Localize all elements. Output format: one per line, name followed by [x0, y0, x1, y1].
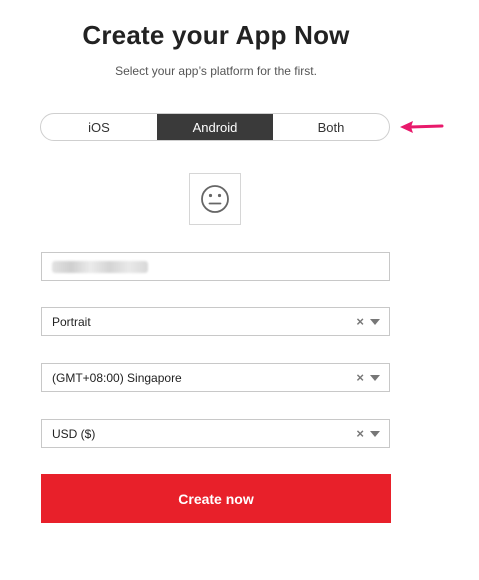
timezone-select[interactable]: (GMT+08:00) Singapore × — [41, 363, 390, 392]
page-title: Create your App Now — [82, 20, 350, 50]
page-subtitle: Select your app’s platform for the first… — [115, 64, 317, 78]
currency-select[interactable]: USD ($) × — [41, 419, 390, 448]
create-now-button[interactable]: Create now — [41, 474, 391, 523]
app-icon-upload[interactable] — [189, 173, 241, 225]
app-name-input[interactable] — [41, 252, 390, 281]
platform-option-both[interactable]: Both — [273, 114, 389, 140]
neutral-face-icon — [201, 185, 229, 213]
platform-option-ios[interactable]: iOS — [41, 114, 157, 140]
currency-clear-icon[interactable]: × — [356, 426, 364, 441]
platform-option-android[interactable]: Android — [157, 114, 273, 140]
chevron-down-icon[interactable] — [370, 318, 380, 325]
platform-selector: iOS Android Both — [40, 113, 390, 141]
orientation-select[interactable]: Portrait × — [41, 307, 390, 336]
timezone-clear-icon[interactable]: × — [356, 370, 364, 385]
currency-value: USD ($) — [52, 426, 96, 441]
orientation-value: Portrait — [52, 314, 91, 329]
orientation-clear-icon[interactable]: × — [356, 314, 364, 329]
timezone-value: (GMT+08:00) Singapore — [52, 370, 182, 385]
obscured-app-name — [52, 260, 148, 273]
annotation-arrow-icon — [400, 121, 444, 133]
chevron-down-icon[interactable] — [370, 430, 380, 437]
chevron-down-icon[interactable] — [370, 374, 380, 381]
